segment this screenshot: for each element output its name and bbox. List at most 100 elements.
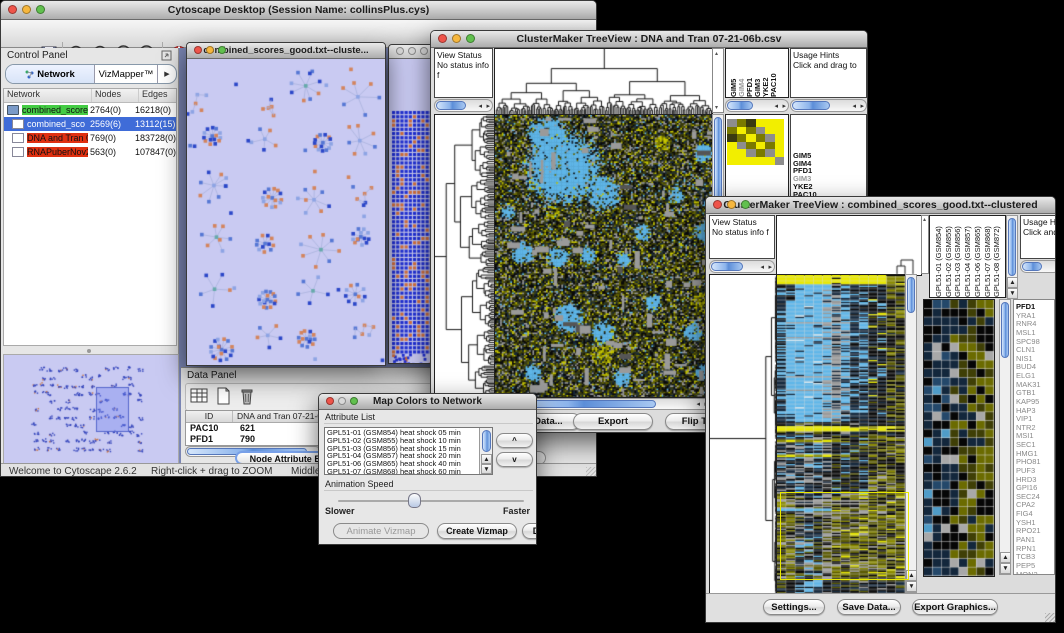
data-col-id[interactable]: ID <box>186 411 233 422</box>
new-attribute-icon[interactable] <box>213 386 233 406</box>
minimize-icon[interactable] <box>206 46 214 54</box>
column-label: GPL51-07 (GSM868) <box>983 216 993 297</box>
tv2-status-scrollbar[interactable]: ◂▸ <box>709 260 775 273</box>
tv2-vscrollbar[interactable]: ▲ ▼ <box>905 274 917 593</box>
tv2-bottom-bar: Settings... Save Data... Export Graphics..… <box>706 593 1056 623</box>
minimize-icon[interactable] <box>338 397 346 405</box>
tab-network[interactable]: Network <box>6 65 95 83</box>
splitter-handle[interactable] <box>87 349 91 353</box>
folder-icon <box>7 105 19 115</box>
zoom-matrix-cell <box>727 127 737 135</box>
tab-vizmapper[interactable]: VizMapper™ <box>95 65 157 83</box>
network-view-1[interactable] <box>187 59 386 366</box>
delete-attribute-trash-icon[interactable] <box>237 386 257 406</box>
minimize-icon[interactable] <box>22 5 31 14</box>
speed-slider-track[interactable] <box>338 500 524 502</box>
tv2-row-dendrogram[interactable] <box>709 274 777 595</box>
zoom-window-icon[interactable] <box>218 46 226 54</box>
zoom-matrix-cell <box>737 157 747 165</box>
row-label: GPI16 <box>1016 483 1037 492</box>
node-count: 2569(6) <box>88 119 133 129</box>
tv1-strip: ▴ ▾ <box>712 48 724 113</box>
minimize-icon[interactable] <box>452 34 461 43</box>
attribute-list-item[interactable]: GPL51-07 (GSM868) heat shock 60 min <box>327 468 477 475</box>
zoom-matrix-cell <box>756 157 766 165</box>
tv1-column-dendrogram[interactable] <box>494 48 713 115</box>
file-icon <box>12 119 24 129</box>
row-label: MON2 <box>1016 570 1038 575</box>
file-icon <box>12 133 24 143</box>
tv1-status-scrollbar[interactable]: ◂▸ <box>434 99 493 112</box>
network-list-row[interactable]: DNA and Tran 07769(0)183728(0) <box>4 131 176 145</box>
tv1-usage-hints: Usage HintsClick and drag to <box>790 48 867 98</box>
zoom-matrix-cell <box>737 134 747 142</box>
network-list-row[interactable]: combined_scores2764(0)16218(0) <box>4 103 176 117</box>
move-up-button[interactable]: ^ <box>496 433 533 448</box>
tv2-zoom-heatmap[interactable] <box>923 299 995 577</box>
zoom-matrix-cell <box>727 157 737 165</box>
node-count: 769(0) <box>88 133 133 143</box>
close-icon[interactable] <box>8 5 17 14</box>
resize-grip[interactable] <box>586 467 596 477</box>
minimize-icon[interactable] <box>408 47 416 55</box>
network-window-1: combined_scores_good.txt--cluste... <box>186 42 386 366</box>
tv2-collabel-scrollbar[interactable]: ▲ ▼ <box>1006 215 1018 298</box>
col-header-network[interactable]: Network <box>4 89 92 102</box>
float-panel-icon[interactable] <box>161 50 172 61</box>
export-graphics-button[interactable]: Export Graphics... <box>573 413 653 430</box>
network-list-row[interactable]: combined_sco2569(6)13112(15) <box>4 117 176 131</box>
network-name: combined_scores <box>22 105 88 115</box>
resize-grip[interactable] <box>1045 613 1055 623</box>
column-label: GPL51-01 (GSM854) <box>934 216 944 297</box>
tv2-global-heatmap[interactable] <box>776 274 906 595</box>
tv1-row-dendrogram[interactable] <box>434 114 495 398</box>
zoom-matrix-cell <box>727 119 737 127</box>
zoom-window-icon[interactable] <box>350 397 358 405</box>
close-icon[interactable] <box>326 397 334 405</box>
minimize-icon[interactable] <box>727 200 736 209</box>
tv2-zoom-vscrollbar[interactable]: ▲ ▼ <box>999 299 1011 575</box>
zoom-matrix-cell <box>737 149 747 157</box>
close-icon[interactable] <box>713 200 722 209</box>
attribute-list-label: Attribute List <box>325 412 375 422</box>
zoom-window-icon[interactable] <box>741 200 750 209</box>
attribute-list[interactable]: GPL51-01 (GSM854) heat shock 05 minGPL51… <box>324 427 493 475</box>
cytoscape-titlebar[interactable]: Cytoscape Desktop (Session Name: collins… <box>1 1 596 20</box>
tv2-usage-scrollbar[interactable] <box>1020 260 1056 273</box>
col-header-nodes[interactable]: Nodes <box>92 89 139 102</box>
zoom-window-icon[interactable] <box>420 47 428 55</box>
column-label: GPL51-04 (GSM857) <box>963 216 973 297</box>
network-list-row[interactable]: RNAPuberNov2+563(0)107847(0) <box>4 145 176 159</box>
tv2-strip: ▴ <box>921 215 929 274</box>
animate-vizmap-button[interactable]: Animate Vizmap <box>333 523 429 539</box>
tv2-column-dendrogram[interactable] <box>776 215 922 276</box>
zoom-matrix-cell <box>737 142 747 150</box>
tv1-usage-scrollbar[interactable]: ◂▸ <box>790 99 867 112</box>
network-overview-thumbnail[interactable] <box>3 354 179 464</box>
close-icon[interactable] <box>396 47 404 55</box>
close-icon[interactable] <box>194 46 202 54</box>
gene-id: PAC10 <box>186 423 236 434</box>
col-header-edges[interactable]: Edges <box>139 89 176 102</box>
speed-slider-thumb[interactable] <box>408 493 421 508</box>
save-data-button[interactable]: Save Data... <box>837 599 901 615</box>
slower-label: Slower <box>325 506 355 516</box>
zoom-window-icon[interactable] <box>466 34 475 43</box>
zoom-matrix-cell <box>775 157 785 165</box>
export-graphics-button[interactable]: Export Graphics... <box>912 599 998 615</box>
faster-label: Faster <box>503 506 530 516</box>
row-label: MSI1 <box>1016 431 1034 440</box>
tv1-zoom-hscrollbar[interactable]: ◂▸ <box>725 99 789 112</box>
zoom-matrix-cell <box>727 149 737 157</box>
zoom-window-icon[interactable] <box>36 5 45 14</box>
done-button[interactable]: Done <box>522 523 537 539</box>
create-vizmap-button[interactable]: Create Vizmap <box>437 523 517 539</box>
zoom-matrix-cell <box>765 127 775 135</box>
attribute-table-icon[interactable] <box>189 386 209 406</box>
tv1-global-heatmap[interactable] <box>494 114 713 398</box>
tab-overflow-arrow[interactable]: ▶ <box>157 65 176 83</box>
move-down-button[interactable]: v <box>496 452 533 467</box>
close-icon[interactable] <box>438 34 447 43</box>
status-welcome: Welcome to Cytoscape 2.6.2 <box>9 466 137 477</box>
settings-button[interactable]: Settings... <box>763 599 825 615</box>
